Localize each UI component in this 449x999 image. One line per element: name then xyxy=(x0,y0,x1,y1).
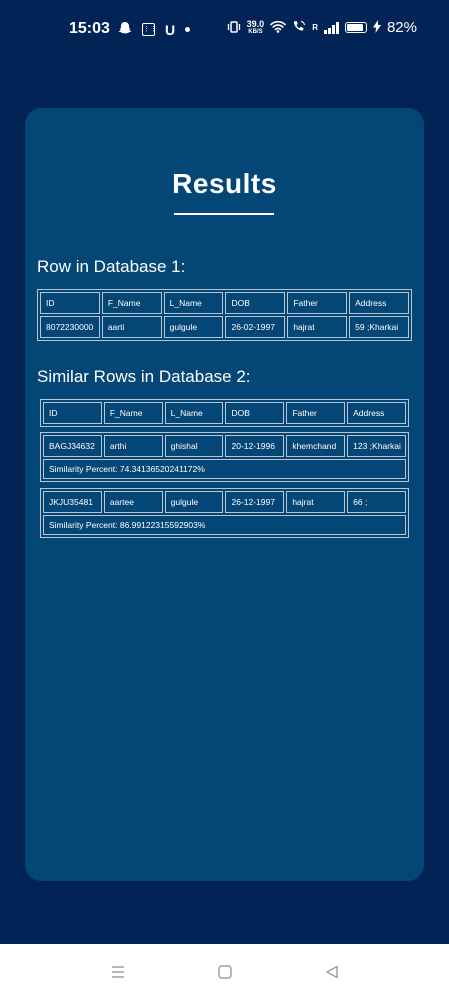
cell-id: JKJU35481 xyxy=(43,491,102,513)
header-dob: DOB xyxy=(225,402,285,424)
similarity-percent: Similarity Percent: 74.34136520241172% xyxy=(43,459,406,479)
db2-match-2-table: JKJU35481 aartee gulgule 26-12-1997 hajr… xyxy=(40,488,409,538)
carrier-letter: U xyxy=(165,21,176,38)
charging-bolt-icon xyxy=(372,19,381,36)
cell-f-name: arthi xyxy=(103,435,163,457)
cell-address: 123 ;Kharkai xyxy=(347,435,406,457)
header-dob: DOB xyxy=(225,292,286,314)
cell-l-name: ghishal xyxy=(164,435,224,457)
header-l-name: L_Name xyxy=(164,402,224,424)
cell-father: hajrat xyxy=(287,316,348,338)
status-time: 15:03 xyxy=(69,20,110,37)
db1-heading: Row in Database 1: xyxy=(37,257,186,276)
system-icons: 39.0 KB/S R 82% xyxy=(227,19,417,36)
cell-dob: 26-12-1997 xyxy=(225,491,285,513)
cell-address: 66 ; xyxy=(347,491,406,513)
battery-percent: 82% xyxy=(386,19,417,36)
cell-f-name: aartee xyxy=(103,491,163,513)
dialer-icon: ⋮⋮ xyxy=(142,23,157,36)
battery-icon xyxy=(344,22,367,33)
cell-address: 59 ;Kharkai xyxy=(349,316,409,338)
notification-icons: ⋮⋮ U xyxy=(118,21,191,38)
wifi-calling-icon xyxy=(292,20,306,36)
table-row: JKJU35481 aartee gulgule 26-12-1997 hajr… xyxy=(43,491,406,513)
navigation-bar xyxy=(0,944,449,999)
cell-id: 8072230000 xyxy=(40,316,100,338)
cell-father: khemchand xyxy=(286,435,346,457)
db2-heading: Similar Rows in Database 2: xyxy=(37,367,251,386)
cell-dob: 26-02-1997 xyxy=(225,316,286,338)
network-speed: 39.0 KB/S xyxy=(247,19,265,36)
header-f-name: F_Name xyxy=(103,402,163,424)
cell-l-name: gulgule xyxy=(163,316,224,338)
header-id: ID xyxy=(43,402,102,424)
title-underline xyxy=(174,213,274,215)
header-l-name: L_Name xyxy=(163,292,224,314)
page-title: Results xyxy=(172,168,277,199)
header-id: ID xyxy=(40,292,100,314)
vibrate-icon xyxy=(227,20,241,36)
header-address: Address xyxy=(347,402,406,424)
notification-dot-icon xyxy=(185,27,191,32)
table-row: BAGJ34632 arthi ghishal 20-12-1996 khemc… xyxy=(43,435,406,457)
cell-f-name: aarti xyxy=(101,316,162,338)
header-f-name: F_Name xyxy=(101,292,162,314)
signal-label: R xyxy=(312,23,318,32)
triangle-back-icon[interactable] xyxy=(324,964,340,980)
similarity-percent: Similarity Percent: 86.99122315592903% xyxy=(43,515,406,535)
cell-id: BAGJ34632 xyxy=(43,435,102,457)
db2-match-1-table: BAGJ34632 arthi ghishal 20-12-1996 khemc… xyxy=(40,432,409,482)
network-speed-unit: KB/S xyxy=(248,28,263,35)
db2-header-table: ID F_Name L_Name DOB Father Address xyxy=(40,399,409,427)
similarity-row: Similarity Percent: 86.99122315592903% xyxy=(43,515,406,535)
results-card: Results Row in Database 1: ID F_Name L_N… xyxy=(25,108,424,881)
db1-header-row: ID F_Name L_Name DOB Father Address xyxy=(40,292,409,314)
db1-table: ID F_Name L_Name DOB Father Address 8072… xyxy=(37,289,412,341)
wifi-icon xyxy=(270,20,286,36)
menu-lines-icon[interactable] xyxy=(110,964,126,980)
square-home-icon[interactable] xyxy=(217,964,233,980)
cell-l-name: gulgule xyxy=(164,491,224,513)
status-bar: 15:03 ⋮⋮ U 39.0 KB/S R 82% xyxy=(0,0,449,60)
db2-header-row: ID F_Name L_Name DOB Father Address xyxy=(43,402,406,424)
signal-strength-icon xyxy=(323,21,339,34)
table-row: 8072230000 aarti gulgule 26-02-1997 hajr… xyxy=(40,316,409,338)
header-address: Address xyxy=(349,292,409,314)
snapchat-ghost-icon xyxy=(118,21,132,38)
similarity-row: Similarity Percent: 74.34136520241172% xyxy=(43,459,406,479)
header-father: Father xyxy=(287,292,348,314)
cell-father: hajrat xyxy=(286,491,346,513)
cell-dob: 20-12-1996 xyxy=(225,435,285,457)
header-father: Father xyxy=(286,402,346,424)
